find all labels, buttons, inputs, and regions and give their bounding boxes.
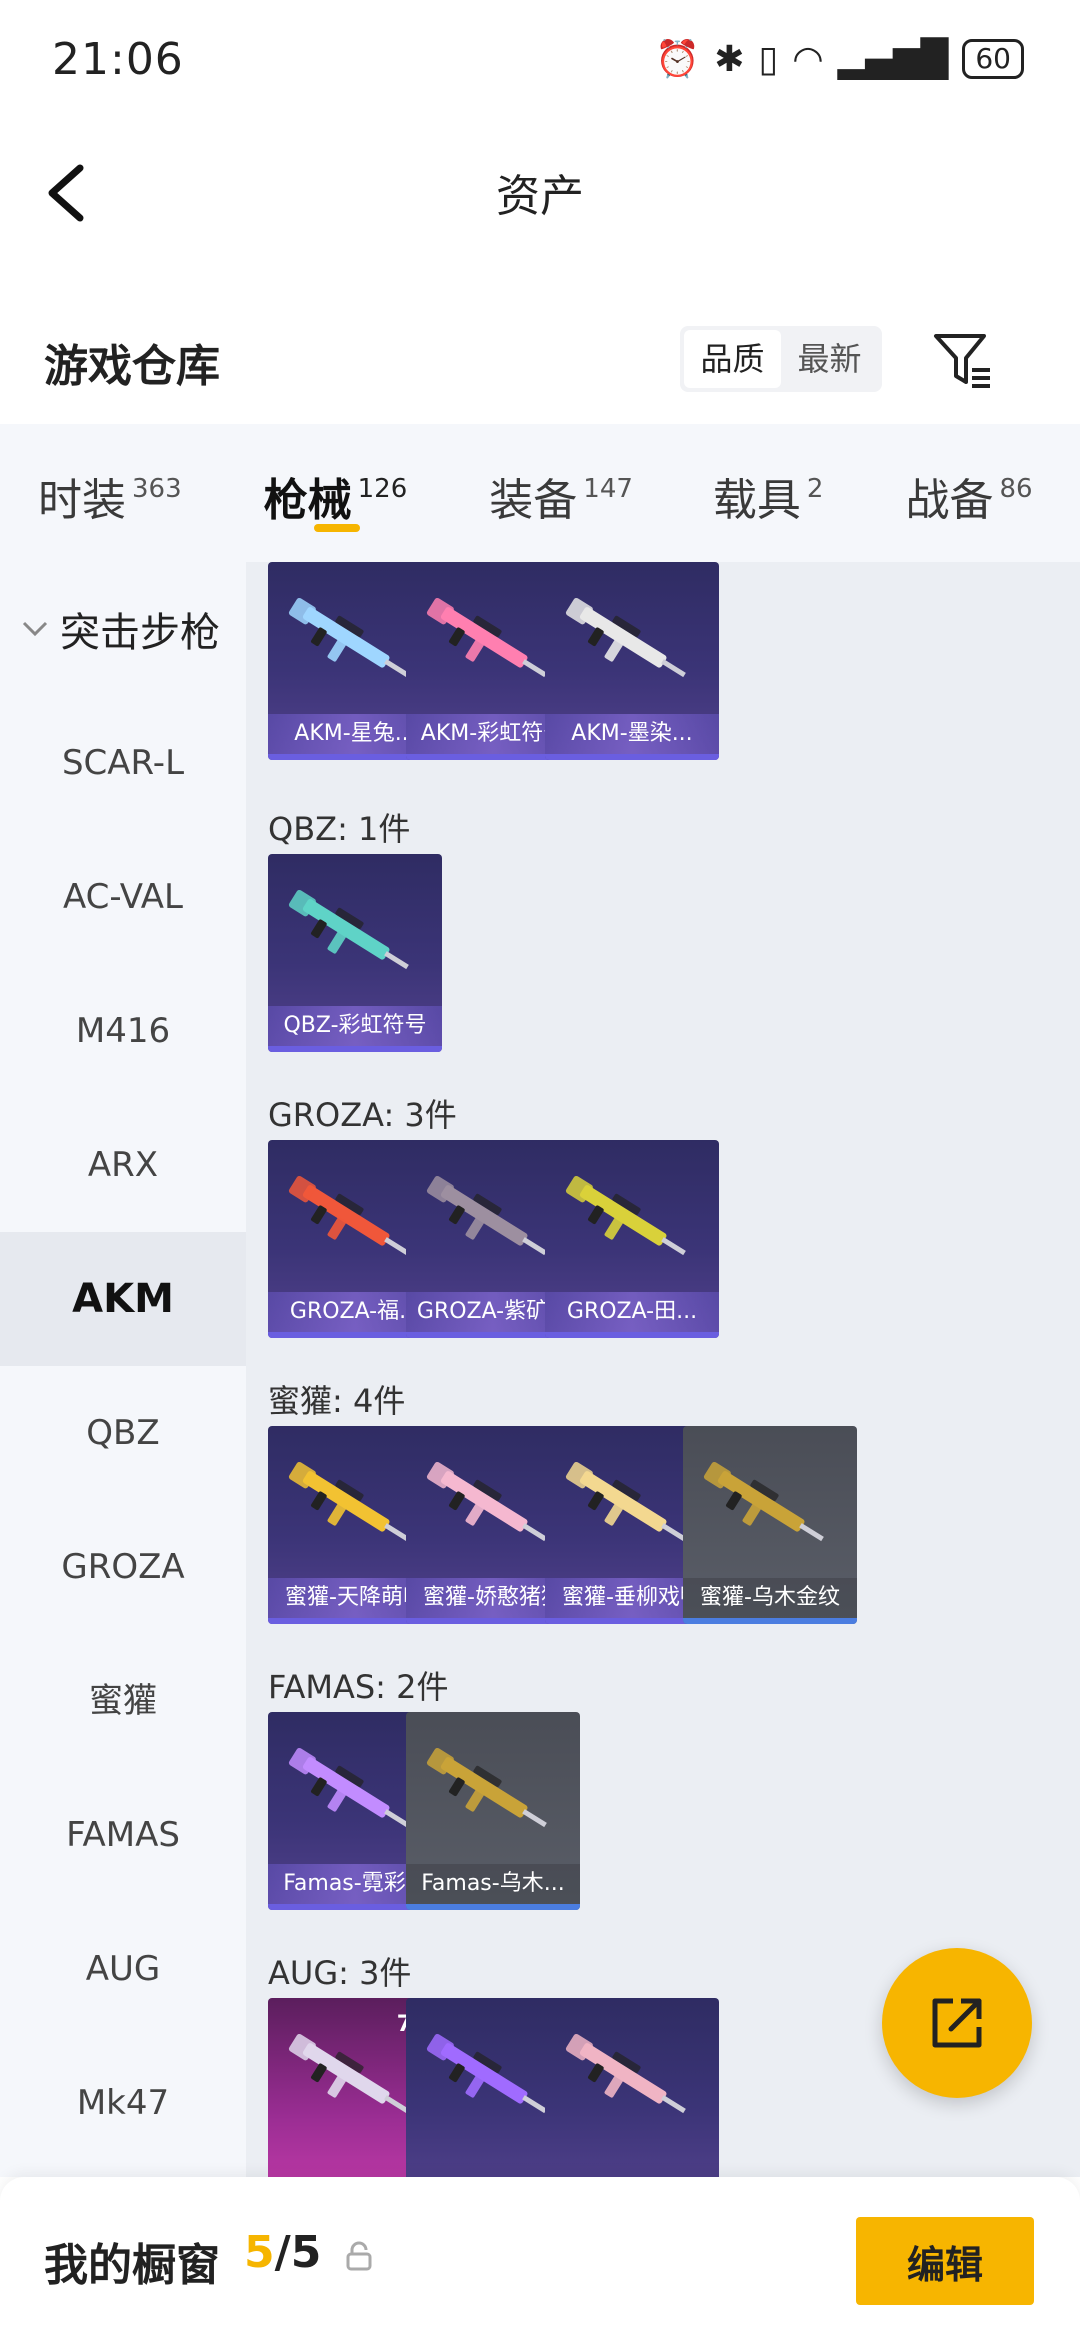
share-icon [932, 1998, 982, 2048]
card-quality-bar [683, 1618, 857, 1624]
card-quality-bar [268, 1046, 442, 1052]
weapon-skin-image [288, 889, 409, 970]
sidebar-item[interactable]: GROZA [0, 1500, 246, 1634]
showcase-count-total: /5 [274, 2227, 322, 2278]
sidebar-group-label: 突击步枪 [60, 610, 220, 656]
weapon-card[interactable]: QBZ-彩虹符号 [268, 854, 442, 1052]
lock-icon [346, 2241, 372, 2271]
section-label: AUG: 3件 [268, 1954, 412, 1992]
section-label: 蜜獾: 4件 [268, 1382, 406, 1420]
sort-newest-button[interactable]: 最新 [781, 330, 878, 388]
sidebar-item[interactable]: AUG [0, 1902, 246, 2036]
tab-label: 战备 [905, 475, 994, 526]
tab-active-indicator [313, 524, 360, 532]
warehouse-header: 游戏仓库 品质 最新 [0, 300, 1080, 420]
weapon-skin-image [288, 597, 409, 678]
sidebar-item[interactable]: M416 [0, 964, 246, 1098]
weapon-grid: AKM-星兔... AKM-彩虹符号 AKM-墨染... QBZ: 1件 QBZ-彩虹符… [246, 562, 1080, 2177]
weapon-skin-image [565, 597, 686, 678]
weapon-skin-image [703, 1461, 824, 1542]
page-title: 资产 [496, 171, 584, 222]
sidebar-item[interactable]: FAMAS [0, 1768, 246, 1902]
card-quality-bar [545, 754, 719, 760]
status-time: 21:06 [52, 34, 184, 85]
status-icons: ⏰ ✱ ▯ ◠ ▂▄▆█ 60 [655, 38, 1024, 80]
weapon-card-name: Famas-乌木... [406, 1864, 580, 1904]
share-button[interactable] [882, 1948, 1032, 2098]
card-quality-bar [406, 1904, 580, 1910]
weapon-card[interactable]: AKM-墨染... [545, 562, 719, 760]
tab-fashion[interactable]: 时装 363 [38, 424, 182, 562]
chevron-down-icon [22, 621, 48, 637]
weapon-skin-image [288, 2033, 409, 2114]
tab-label: 装备 [489, 475, 578, 526]
weapon-skin-image [426, 597, 547, 678]
weapon-skin-image [426, 1461, 547, 1542]
category-tabs: 时装 363 枪械 126 装备 147 载具 2 战备 86 [0, 424, 1080, 562]
tab-equipment[interactable]: 装备 147 [489, 424, 633, 562]
sidebar-item[interactable]: SCAR-L [0, 696, 246, 830]
tab-count: 126 [357, 474, 408, 504]
nav-bar: 资产 [0, 120, 1080, 260]
sidebar-item[interactable]: QBZ [0, 1366, 246, 1500]
weapon-skin-image [426, 1747, 547, 1828]
section-label: QBZ: 1件 [268, 810, 411, 848]
sidebar-item[interactable]: 蜜獾 [0, 1634, 246, 1768]
vibrate-icon: ▯ [758, 38, 779, 80]
weapon-card-name: GROZA-田... [545, 1292, 719, 1332]
weapon-skin-image [565, 1461, 686, 1542]
showcase-title: 我的橱窗 [44, 2240, 220, 2291]
tab-guns[interactable]: 枪械 126 [263, 424, 408, 562]
tab-label: 枪械 [263, 475, 352, 526]
weapon-card[interactable]: GROZA-田... [545, 1140, 719, 1338]
card-quality-bar [545, 1332, 719, 1338]
weapon-card[interactable] [545, 1998, 719, 2177]
weapon-skin-image [426, 1175, 547, 1256]
weapon-card-name: 蜜獾-乌木金纹 [683, 1578, 857, 1618]
section-label: FAMAS: 2件 [268, 1668, 449, 1706]
sidebar-item[interactable]: AKM [0, 1232, 246, 1366]
status-bar: 21:06 ⏰ ✱ ▯ ◠ ▂▄▆█ 60 [0, 0, 1080, 120]
weapon-skin-image [565, 2033, 686, 2114]
wifi-icon: ◠ [792, 38, 824, 80]
showcase-count-current: 5 [244, 2227, 275, 2278]
tab-count: 2 [806, 474, 824, 504]
weapon-skin-image [288, 1747, 409, 1828]
tab-count: 147 [583, 474, 633, 504]
battery-icon: 60 [962, 39, 1024, 79]
sort-toggle: 品质 最新 [680, 326, 882, 392]
sidebar-list: SCAR-L AC-VAL M416 ARX AKM QBZ GROZA 蜜獾 FAMAS AUG… [0, 696, 246, 2170]
weapon-card[interactable]: 蜜獾-乌木金纹 [683, 1426, 857, 1624]
alarm-icon: ⏰ [655, 39, 701, 80]
weapon-skin-image [426, 2033, 547, 2114]
showcase-bar: 我的橱窗 5/5 编辑 [0, 2177, 1080, 2331]
sidebar-item[interactable]: Mk47 [0, 2036, 246, 2170]
edit-button[interactable]: 编辑 [856, 2217, 1034, 2305]
weapon-card-name: AKM-墨染... [545, 714, 719, 754]
tab-count: 86 [999, 474, 1033, 504]
filter-icon[interactable] [930, 328, 994, 392]
weapon-card-name: QBZ-彩虹符号 [268, 1006, 442, 1046]
sidebar-group-assault-rifles[interactable]: 突击步枪 [0, 562, 246, 696]
weapon-skin-image [288, 1175, 409, 1256]
weapon-sidebar: 突击步枪 SCAR-L AC-VAL M416 ARX AKM QBZ GROZA 蜜獾 FAM… [0, 562, 246, 2177]
weapon-skin-image [288, 1461, 409, 1542]
sort-quality-button[interactable]: 品质 [684, 330, 781, 388]
sidebar-item[interactable]: ARX [0, 1098, 246, 1232]
weapon-skin-image [565, 1175, 686, 1256]
sidebar-item[interactable]: AC-VAL [0, 830, 246, 964]
tab-vehicles[interactable]: 载具 2 [713, 424, 824, 562]
weapon-card[interactable]: Famas-乌木... [406, 1712, 580, 1910]
showcase-count: 5/5 [244, 2227, 321, 2278]
warehouse-title: 游戏仓库 [44, 341, 220, 392]
tab-label: 载具 [712, 475, 801, 526]
tab-count: 363 [132, 474, 182, 504]
section-label: GROZA: 3件 [268, 1096, 457, 1134]
tab-supplies[interactable]: 战备 86 [905, 424, 1032, 562]
tab-label: 时装 [38, 475, 126, 526]
signal-icon: ▂▄▆█ [837, 38, 949, 80]
bluetooth-icon: ✱ [714, 38, 745, 80]
